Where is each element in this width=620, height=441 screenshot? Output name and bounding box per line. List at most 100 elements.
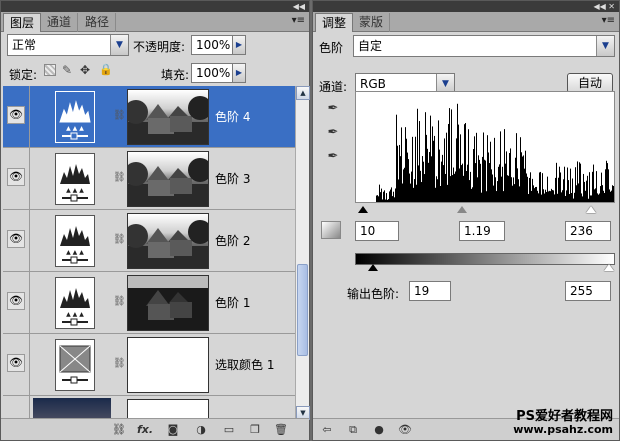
link-chain-icon[interactable]: ⛓ [113, 358, 126, 369]
layer-row[interactable]: 👁 ▲ ▲ ▲ ⛓ 色阶 3 [3, 148, 295, 210]
histogram-bar [552, 190, 553, 202]
histogram-bar [428, 162, 429, 202]
link-chain-icon[interactable]: ⛓ [113, 172, 126, 183]
eye-icon[interactable]: 👁 [7, 354, 25, 372]
tab-layers[interactable]: 图层 [3, 13, 42, 32]
input-black-slider[interactable] [358, 206, 368, 213]
panel-menu-icon[interactable]: ▾≡ [602, 15, 615, 26]
lock-image-pixels-icon[interactable]: ✎ [62, 63, 72, 77]
eye-icon[interactable]: 👁 [7, 292, 25, 310]
tab-paths[interactable]: 路径 [79, 13, 117, 32]
histogram-bar [573, 198, 574, 202]
svg-text:▲ ▲ ▲: ▲ ▲ ▲ [66, 187, 84, 194]
link-chain-icon[interactable]: ⛓ [113, 110, 126, 121]
histogram-bar [509, 152, 510, 202]
opacity-slider-button[interactable]: ▶ [232, 35, 246, 55]
panel-menu-icon[interactable]: ▾≡ [292, 15, 305, 26]
input-black-field[interactable]: 10 [355, 221, 399, 241]
layer-list-scrollbar[interactable]: ▲ ▼ [295, 86, 310, 420]
fill-input[interactable]: 100% [191, 63, 233, 83]
eye-icon[interactable]: 👁 [397, 422, 413, 438]
blend-mode-value: 正常 [12, 38, 37, 52]
histogram-bar [538, 193, 539, 202]
output-black-field[interactable]: 19 [409, 281, 451, 301]
clip-to-layer-icon[interactable]: ⧉ [345, 422, 361, 438]
layer-row[interactable] [3, 396, 295, 420]
link-chain-icon[interactable]: ⛓ [113, 296, 126, 307]
histogram-bar [454, 173, 455, 202]
histogram-bar [415, 136, 416, 202]
opacity-input[interactable]: 100% [191, 35, 233, 55]
layer-name[interactable]: 选取颜色 1 [215, 356, 274, 373]
gray-eyedropper-icon[interactable]: ✒ [325, 125, 341, 143]
link-layers-icon[interactable]: ⛓ [111, 422, 127, 438]
layer-name[interactable]: 色阶 1 [215, 294, 250, 311]
eye-icon[interactable]: 👁 [7, 168, 25, 186]
output-white-slider[interactable] [604, 264, 614, 271]
input-gamma-slider[interactable] [457, 206, 467, 213]
lock-transparent-pixels-icon[interactable] [44, 64, 56, 76]
layer-row[interactable]: 👁 ▲ ▲ ▲ ⛓ 色阶 1 [3, 272, 295, 334]
layer-row[interactable]: 👁 ▲ ▲ ▲ ⛓ 色阶 4 [3, 86, 295, 148]
preset-select[interactable]: 自定 ▼ [353, 35, 615, 57]
input-white-slider[interactable] [586, 206, 596, 213]
histogram-bar [452, 175, 453, 202]
histogram-bar [586, 180, 587, 202]
trash-icon[interactable]: 🗑 [273, 422, 289, 438]
histogram-bar [541, 194, 542, 202]
tab-masks[interactable]: 蒙版 [353, 13, 391, 32]
histogram-bar [502, 166, 503, 202]
histogram-bar [437, 179, 438, 202]
scrollbar-thumb[interactable] [297, 264, 308, 356]
histogram-bar [413, 187, 414, 202]
link-chain-icon[interactable]: ⛓ [113, 234, 126, 245]
lock-all-icon[interactable]: 🔒 [99, 63, 113, 76]
histogram-bar [574, 192, 575, 202]
white-eyedropper-icon[interactable]: ✒ [325, 149, 341, 167]
histogram-bar [613, 185, 614, 202]
clipping-warning-icon[interactable] [321, 221, 341, 239]
layer-row[interactable]: 👁 ▲ ▲ ▲ ⛓ 色阶 2 [3, 210, 295, 272]
histogram-bar [592, 171, 593, 202]
auto-button[interactable]: 自动 [567, 73, 613, 93]
blend-mode-select[interactable]: 正常 ▼ [7, 34, 129, 56]
histogram-bar [548, 191, 549, 202]
back-arrow-icon[interactable]: ⇦ [319, 422, 335, 438]
histogram-bar [606, 160, 607, 202]
histogram-bar [377, 195, 378, 202]
new-layer-icon[interactable]: ❐ [247, 422, 263, 438]
histogram-bar [511, 177, 512, 202]
layer-name[interactable]: 色阶 2 [215, 232, 250, 249]
output-black-slider[interactable] [368, 264, 378, 271]
histogram-bar [434, 135, 435, 202]
histogram-bar [464, 124, 465, 202]
input-gamma-field[interactable]: 1.19 [459, 221, 505, 241]
histogram-bar [419, 121, 420, 202]
layer-name[interactable]: 色阶 4 [215, 108, 250, 125]
tab-adjustments[interactable]: 调整 [315, 13, 354, 32]
fx-icon[interactable]: fx. [137, 422, 153, 438]
black-eyedropper-icon[interactable]: ✒ [325, 101, 341, 119]
output-white-field[interactable]: 255 [565, 281, 611, 301]
histogram-bar [527, 176, 528, 202]
layer-row[interactable]: 👁 ⛓ 选取颜色 1 [3, 334, 295, 396]
fill-slider-button[interactable]: ▶ [232, 63, 246, 83]
input-white-field[interactable]: 236 [565, 221, 611, 241]
histogram-bar [445, 173, 446, 202]
new-group-icon[interactable]: ▭ [221, 422, 237, 438]
eye-icon[interactable]: 👁 [7, 230, 25, 248]
layer-thumbnail [127, 151, 209, 207]
panel-collapse-bar[interactable]: ◀◀ [1, 1, 309, 12]
eye-icon[interactable]: 👁 [7, 106, 25, 124]
scroll-up-icon[interactable]: ▲ [296, 86, 310, 100]
new-adjustment-layer-icon[interactable]: ◑ [193, 422, 209, 438]
tab-channels[interactable]: 通道 [41, 13, 79, 32]
histogram-bar [433, 140, 434, 202]
toggle-visibility-icon[interactable]: ● [371, 422, 387, 438]
add-mask-icon[interactable]: ◙ [165, 422, 181, 438]
adjustments-panel: ◀◀ ✕ 调整 蒙版 ▾≡ 色阶 自定 ▼ 通道: RGB ▼ 自动 ✒ ✒ ✒… [312, 0, 620, 441]
histogram-bar [498, 166, 499, 202]
lock-position-icon[interactable]: ✥ [80, 63, 90, 77]
panel-collapse-bar[interactable]: ◀◀ ✕ [313, 1, 619, 12]
layer-name[interactable]: 色阶 3 [215, 170, 250, 187]
